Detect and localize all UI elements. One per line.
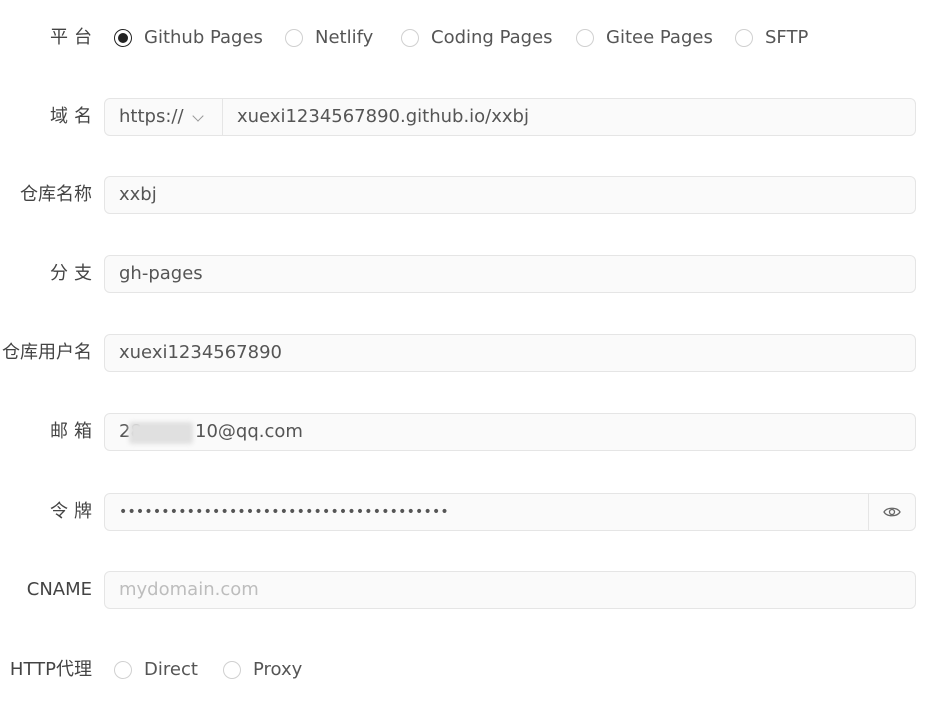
proxy-label: HTTP代理 bbox=[9, 659, 92, 680]
domain-field: https:// xuexi1234567890.github.io/xxbj bbox=[104, 98, 916, 136]
token-field: ••••••••••••••••••••••••••••••••••••••• bbox=[104, 493, 916, 531]
repo-row: 仓库名称 xxbj bbox=[0, 176, 945, 214]
radio-unchecked-icon bbox=[285, 29, 303, 47]
cname-label: CNAME bbox=[26, 579, 92, 600]
email-row: 邮箱 28 10@qq.com bbox=[0, 413, 945, 451]
branch-row: 分支 gh-pages bbox=[0, 255, 945, 293]
radio-label: SFTP bbox=[765, 27, 809, 48]
proxy-row: HTTP代理 Direct Proxy bbox=[0, 651, 945, 689]
radio-label: Gitee Pages bbox=[606, 27, 713, 48]
token-label: 令牌 bbox=[50, 501, 98, 522]
cname-input[interactable]: mydomain.com bbox=[104, 571, 916, 609]
username-row: 仓库用户名 xuexi1234567890 bbox=[0, 334, 945, 372]
domain-input[interactable]: xuexi1234567890.github.io/xxbj bbox=[237, 99, 529, 135]
branch-input[interactable]: gh-pages bbox=[104, 255, 916, 293]
email-value-suffix: 10@qq.com bbox=[195, 421, 303, 442]
repo-value: xxbj bbox=[119, 184, 157, 205]
radio-unchecked-icon bbox=[114, 661, 132, 679]
protocol-select[interactable]: https:// bbox=[105, 99, 223, 135]
radio-unchecked-icon bbox=[401, 29, 419, 47]
radio-label: Proxy bbox=[253, 659, 303, 680]
domain-label: 域名 bbox=[50, 106, 98, 127]
eye-icon bbox=[883, 507, 901, 517]
radio-unchecked-icon bbox=[735, 29, 753, 47]
token-input[interactable]: ••••••••••••••••••••••••••••••••••••••• bbox=[119, 494, 449, 530]
token-row: 令牌 •••••••••••••••••••••••••••••••••••••… bbox=[0, 493, 945, 531]
platform-row: 平台 Github Pages Netlify Coding Pages Git… bbox=[0, 19, 945, 57]
protocol-value: https:// bbox=[119, 106, 184, 127]
toggle-visibility-button[interactable] bbox=[868, 494, 915, 530]
username-input[interactable]: xuexi1234567890 bbox=[104, 334, 916, 372]
radio-label: Direct bbox=[144, 659, 198, 680]
cname-row: CNAME mydomain.com bbox=[0, 571, 945, 609]
repo-label: 仓库名称 bbox=[20, 184, 92, 205]
username-value: xuexi1234567890 bbox=[119, 342, 282, 363]
repo-input[interactable]: xxbj bbox=[104, 176, 916, 214]
redaction-blur bbox=[129, 422, 193, 444]
branch-value: gh-pages bbox=[119, 263, 203, 284]
cname-placeholder: mydomain.com bbox=[119, 579, 259, 600]
username-label: 仓库用户名 bbox=[2, 342, 92, 363]
radio-unchecked-icon bbox=[576, 29, 594, 47]
radio-unchecked-icon bbox=[223, 661, 241, 679]
radio-label: Netlify bbox=[315, 27, 374, 48]
radio-label: Github Pages bbox=[144, 27, 263, 48]
radio-checked-icon bbox=[114, 29, 132, 47]
platform-label: 平台 bbox=[50, 27, 98, 48]
chevron-down-icon bbox=[192, 110, 204, 122]
email-label: 邮箱 bbox=[50, 421, 98, 442]
radio-label: Coding Pages bbox=[431, 27, 553, 48]
email-input[interactable]: 28 10@qq.com bbox=[104, 413, 916, 451]
domain-row: 域名 https:// xuexi1234567890.github.io/xx… bbox=[0, 98, 945, 136]
branch-label: 分支 bbox=[50, 263, 98, 284]
